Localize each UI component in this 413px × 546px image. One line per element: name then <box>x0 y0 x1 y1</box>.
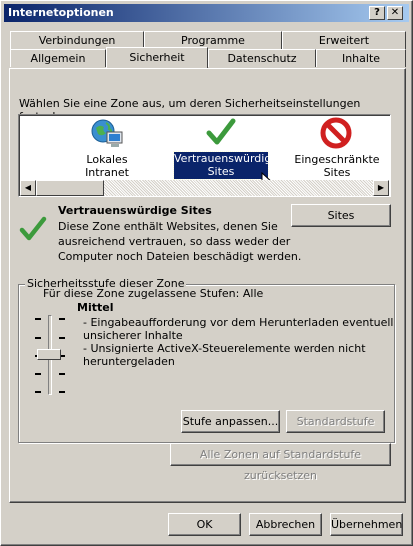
zone-info-description: Diese Zone enthält Websites, denen Sie a… <box>58 219 301 264</box>
level-bullet: unsicherer Inhalte <box>83 329 183 342</box>
level-bullet: heruntergeladen <box>83 355 175 368</box>
zone-list[interactable]: Lokales Intranet Vertrauenswürdige Sites… <box>18 114 391 197</box>
slider-tick <box>35 373 41 375</box>
slider-tick <box>59 318 65 320</box>
tab-label: Datenschutz <box>227 52 297 65</box>
security-level-description: - Eingabeaufforderung vor dem Herunterla… <box>83 316 394 368</box>
scroll-right-button[interactable]: ▶ <box>373 180 389 196</box>
slider-tick <box>59 337 65 339</box>
dialog-window: Internetoptionen ? ✕ Verbindungen Progra… <box>0 0 413 546</box>
zone-info-line: Computer noch Dateien beschädigt werden. <box>58 250 302 263</box>
prohibited-icon <box>320 117 352 152</box>
sites-button[interactable]: Sites <box>291 204 391 227</box>
slider-tick <box>59 391 65 393</box>
zone-trusted-label-line2: Sites <box>207 165 235 178</box>
checkmark-icon <box>206 117 236 150</box>
security-level-slider[interactable] <box>31 313 71 395</box>
slider-tick <box>59 373 65 375</box>
scroll-thumb[interactable] <box>36 180 104 196</box>
default-level-button[interactable]: Standardstufe <box>286 410 385 433</box>
slider-tick <box>35 318 41 320</box>
help-button[interactable]: ? <box>369 6 385 20</box>
zone-intranet[interactable]: Lokales Intranet <box>67 153 147 179</box>
tab-allgemein[interactable]: Allgemein <box>10 49 106 67</box>
slider-tick <box>35 337 41 339</box>
tab-inhalte[interactable]: Inhalte <box>316 49 406 67</box>
security-level-name: Mittel <box>77 301 114 314</box>
tab-datenschutz[interactable]: Datenschutz <box>208 49 316 67</box>
tab-sicherheit[interactable]: Sicherheit <box>106 47 208 68</box>
tab-label: Verbindungen <box>38 34 116 47</box>
checkmark-icon <box>19 216 47 245</box>
slider-thumb[interactable] <box>37 349 61 360</box>
allowed-levels-text: Für diese Zone zugelassene Stufen: Alle <box>43 287 264 300</box>
tab-label: Allgemein <box>30 52 86 65</box>
tab-label: Programme <box>181 34 245 47</box>
level-bullet: - Unsignierte ActiveX-Steuerelemente wer… <box>83 342 366 355</box>
cancel-button[interactable]: Abbrechen <box>249 513 322 536</box>
tab-label: Inhalte <box>341 52 381 65</box>
apply-button[interactable]: Übernehmen <box>330 513 403 536</box>
scroll-left-button[interactable]: ◀ <box>20 180 36 196</box>
ok-button[interactable]: OK <box>168 513 241 536</box>
window-title: Internetoptionen <box>8 6 114 19</box>
zone-info-line: Diese Zone enthält Websites, denen Sie <box>58 220 278 233</box>
reset-all-zones-button[interactable]: Alle Zonen auf Standardstufe zurücksetze… <box>170 443 391 482</box>
zone-list-scrollbar[interactable]: ◀ ▶ <box>20 180 389 196</box>
title-bar[interactable]: Internetoptionen ? ✕ <box>4 4 409 22</box>
level-bullet: - Eingabeaufforderung vor dem Herunterla… <box>83 316 394 329</box>
custom-level-button[interactable]: Stufe anpassen... <box>181 410 280 433</box>
zone-trusted-label-line1: Vertrauenswürdige <box>174 152 279 165</box>
tab-label: Sicherheit <box>129 51 185 64</box>
close-button[interactable]: ✕ <box>387 6 403 20</box>
zone-restricted-sites[interactable]: Eingeschränkte Sites <box>283 153 390 179</box>
slider-tick <box>35 391 41 393</box>
zone-info-line: ausreichend vertrauen, so dass weder der <box>58 235 291 248</box>
zone-info-title: Vertrauenswürdige Sites <box>58 204 212 217</box>
tab-erweitert[interactable]: Erweitert <box>282 31 406 49</box>
tab-label: Erweitert <box>318 34 370 47</box>
zone-trusted-sites[interactable]: Vertrauenswürdige Sites <box>173 151 279 180</box>
globe-computer-icon <box>90 118 124 153</box>
